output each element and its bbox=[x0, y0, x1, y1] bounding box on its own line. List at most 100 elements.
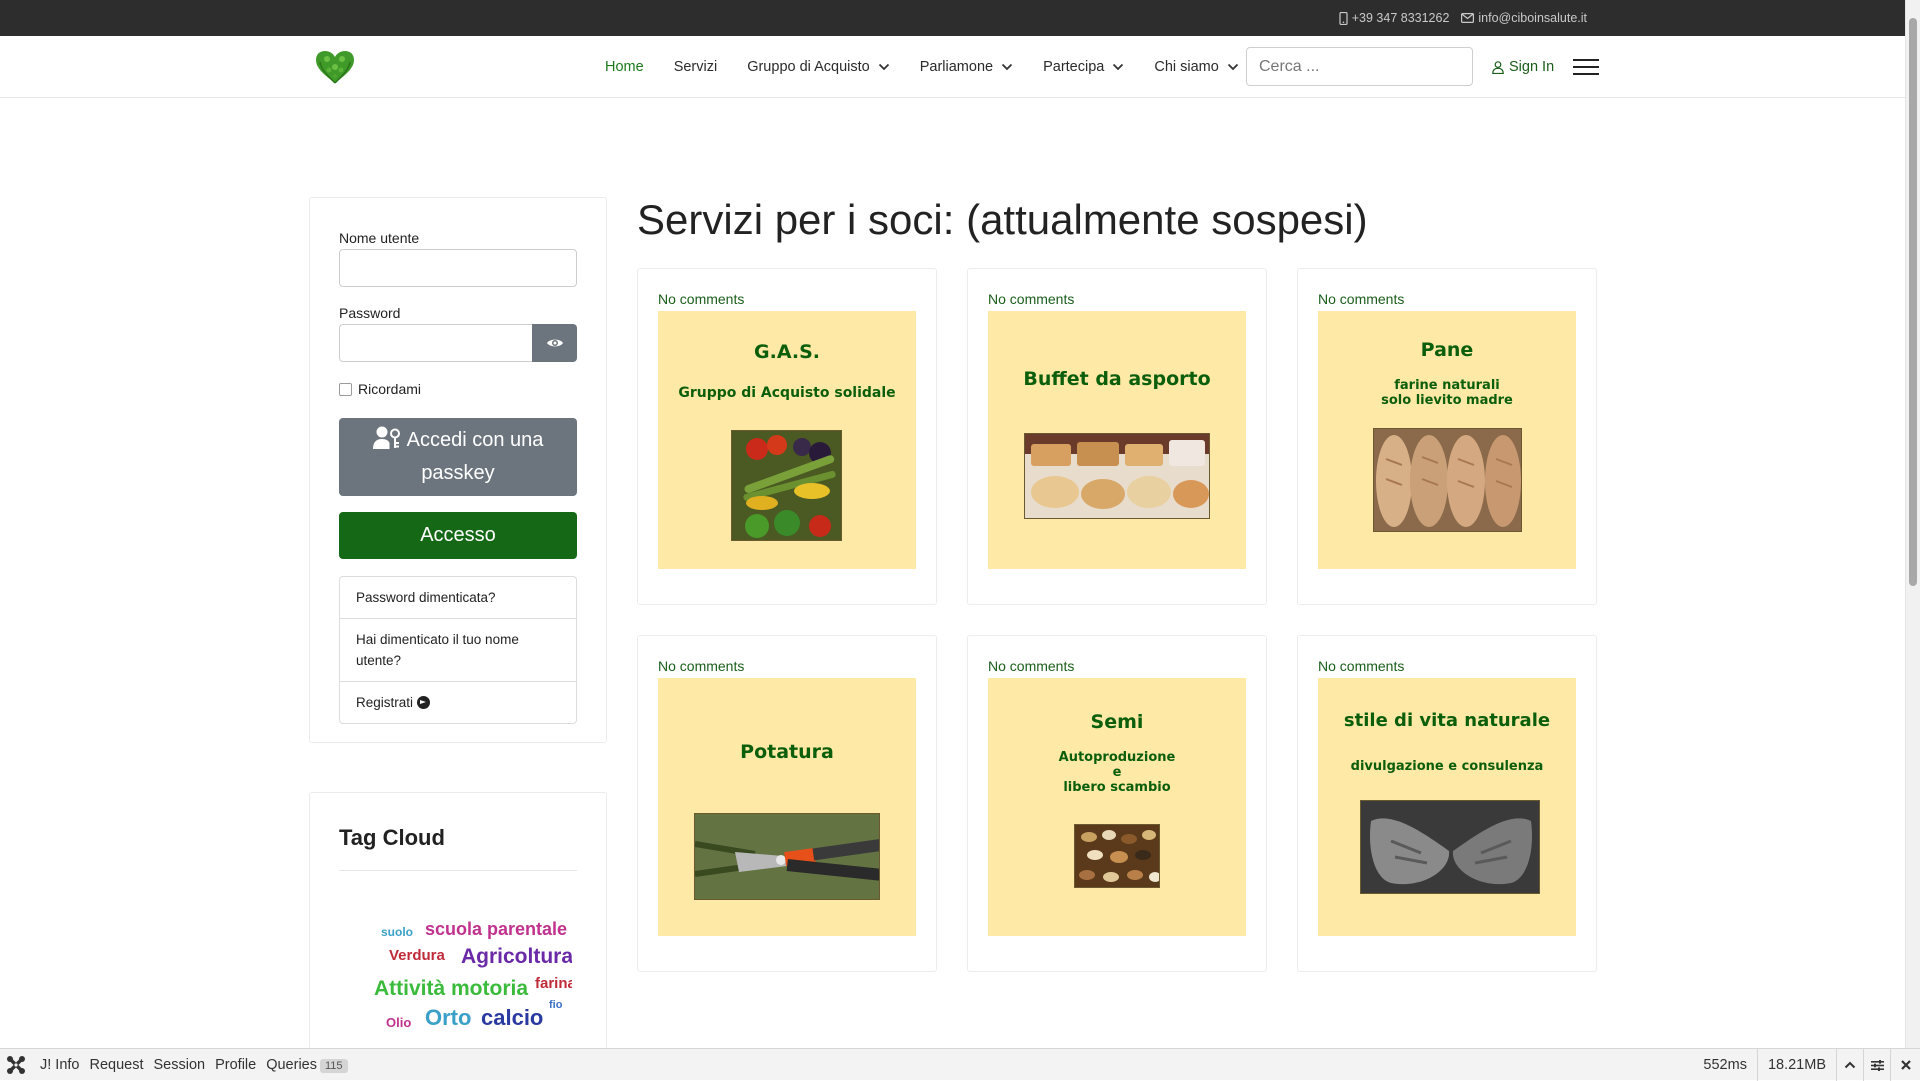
login-submit-label: Accesso bbox=[420, 524, 496, 546]
nav-label: Gruppo di Acquisto bbox=[747, 59, 870, 75]
buffet-illustration bbox=[1025, 434, 1209, 518]
vegetables-illustration bbox=[732, 431, 841, 540]
show-password-button[interactable] bbox=[532, 324, 577, 362]
eye-icon bbox=[546, 339, 563, 347]
debug-bar-controls: 552ms 18.21MB bbox=[1693, 1049, 1920, 1081]
search-input[interactable] bbox=[1246, 47, 1473, 86]
username-input[interactable] bbox=[339, 249, 577, 287]
debug-tab-info[interactable]: J! Info bbox=[35, 1057, 85, 1073]
close-icon bbox=[1900, 1060, 1911, 1070]
forgot-password-link[interactable]: Password dimenticata? bbox=[340, 577, 576, 618]
sign-in-link[interactable]: Sign In bbox=[1492, 36, 1554, 98]
chevron-down-icon bbox=[1113, 63, 1124, 71]
service-image-semi[interactable]: Semi Autoproduzione e libero scambio bbox=[988, 678, 1246, 936]
hamburger-menu-icon[interactable] bbox=[1573, 57, 1599, 77]
debug-tab-session[interactable]: Session bbox=[149, 1057, 211, 1073]
service-image-buffet[interactable]: Buffet da asporto bbox=[988, 311, 1246, 569]
email-link[interactable]: info@ciboinsalute.it bbox=[1461, 11, 1587, 25]
tag-link[interactable]: Agricoltura bbox=[461, 945, 572, 969]
service-card-title: Semi bbox=[1090, 711, 1144, 733]
nav-item-chi-siamo[interactable]: Chi siamo bbox=[1139, 59, 1253, 75]
comments-link[interactable]: No comments bbox=[1318, 291, 1404, 307]
nav-label: Chi siamo bbox=[1154, 59, 1219, 75]
pruning-shears-illustration bbox=[695, 814, 879, 899]
nav-item-partecipa[interactable]: Partecipa bbox=[1028, 59, 1139, 75]
seeds-illustration bbox=[1075, 825, 1159, 887]
register-link[interactable]: Registrati bbox=[340, 681, 576, 723]
debug-bar-close-button[interactable] bbox=[1890, 1049, 1920, 1081]
chevron-up-icon bbox=[1844, 1061, 1856, 1069]
service-card-subtitle: Gruppo di Acquisto solidale bbox=[678, 385, 896, 401]
memory-usage: 18.21MB bbox=[1756, 1049, 1836, 1081]
service-card-stile-di-vita: No comments stile di vita naturale divul… bbox=[1297, 635, 1597, 972]
debug-tab-request[interactable]: Request bbox=[85, 1057, 149, 1073]
nav-label: Home bbox=[605, 59, 644, 75]
service-image-potatura[interactable]: Potatura bbox=[658, 678, 916, 936]
register-label: Registrati bbox=[356, 695, 414, 710]
tag-link[interactable]: scuola parentale bbox=[425, 919, 567, 940]
nav-item-gruppo-di-acquisto[interactable]: Gruppo di Acquisto bbox=[732, 59, 905, 75]
joomla-logo-icon[interactable] bbox=[6, 1055, 26, 1075]
tag-link[interactable]: Olio bbox=[386, 1015, 411, 1030]
nav-item-home[interactable]: Home bbox=[590, 59, 659, 75]
tag-link[interactable]: Attività motoria bbox=[374, 977, 528, 1001]
comments-link[interactable]: No comments bbox=[1318, 658, 1404, 674]
tag-link[interactable]: farina bbox=[535, 975, 572, 992]
user-icon bbox=[1492, 60, 1504, 74]
chevron-down-icon bbox=[878, 63, 889, 71]
login-help-links: Password dimenticata? Hai dimenticato il… bbox=[339, 576, 577, 724]
service-card-potatura: No comments Potatura bbox=[637, 635, 937, 972]
debug-tab-queries[interactable]: Queries 115 bbox=[261, 1057, 352, 1073]
service-image-pane[interactable]: Pane farine naturali solo lievito madre bbox=[1318, 311, 1576, 569]
sign-in-label: Sign In bbox=[1509, 59, 1555, 75]
tag-cloud: suolo scuola parentale Verdura Agricoltu… bbox=[339, 903, 572, 1052]
chevron-down-icon bbox=[1227, 63, 1238, 71]
comments-link[interactable]: No comments bbox=[658, 291, 744, 307]
service-image-gas[interactable]: G.A.S. Gruppo di Acquisto solidale bbox=[658, 311, 916, 569]
login-submit-button[interactable]: Accesso bbox=[339, 512, 577, 559]
pruning-shears-photo bbox=[694, 813, 880, 900]
remember-me[interactable]: Ricordami bbox=[339, 381, 421, 397]
comments-link[interactable]: No comments bbox=[988, 291, 1074, 307]
request-time: 552ms bbox=[1703, 1057, 1747, 1073]
comments-link[interactable]: No comments bbox=[658, 658, 744, 674]
debug-tab-profile[interactable]: Profile bbox=[210, 1057, 261, 1073]
tag-link[interactable]: Orto bbox=[425, 1005, 471, 1031]
nav-item-parliamone[interactable]: Parliamone bbox=[905, 59, 1028, 75]
phone-link[interactable]: +39 347 8331262 bbox=[1339, 11, 1449, 25]
seeds-photo bbox=[1074, 824, 1160, 888]
top-bar: +39 347 8331262 info@ciboinsalute.it bbox=[0, 0, 1905, 36]
service-image-stile-di-vita[interactable]: stile di vita naturale divulgazione e co… bbox=[1318, 678, 1576, 936]
nav-item-servizi[interactable]: Servizi bbox=[659, 59, 733, 75]
passkey-login-button[interactable]: Accedi con una passkey bbox=[339, 418, 577, 496]
service-card-subtitle: divulgazione e consulenza bbox=[1350, 759, 1544, 774]
password-input[interactable] bbox=[339, 324, 533, 362]
tag-cloud-title: Tag Cloud bbox=[339, 825, 445, 850]
user-key-icon bbox=[372, 426, 400, 449]
bread-photo bbox=[1373, 428, 1522, 532]
page-title: Servizi per i soci: (attualmente sospesi… bbox=[637, 196, 1368, 243]
service-card-semi: No comments Semi Autoproduzione e libero… bbox=[967, 635, 1267, 972]
remember-me-checkbox[interactable] bbox=[339, 382, 352, 396]
debug-bar-restore-button[interactable] bbox=[1863, 1049, 1890, 1081]
comments-link[interactable]: No comments bbox=[988, 658, 1074, 674]
sliders-icon bbox=[1870, 1059, 1884, 1071]
nav-label: Servizi bbox=[673, 59, 718, 75]
service-card-title: Pane bbox=[1420, 339, 1474, 361]
tag-link[interactable]: calcio bbox=[481, 1005, 543, 1031]
tag-link[interactable]: Verdura bbox=[389, 947, 445, 964]
tag-link[interactable]: fio bbox=[549, 999, 562, 1011]
tag-link[interactable]: suolo bbox=[381, 925, 413, 939]
tag-cloud-divider bbox=[339, 870, 577, 871]
passkey-login-label: Accedi con una passkey bbox=[406, 429, 544, 484]
contact-info: +39 347 8331262 info@ciboinsalute.it bbox=[1339, 0, 1587, 36]
main-nav: Home Servizi Gruppo di Acquisto Parliamo… bbox=[590, 36, 1254, 98]
heart-logo[interactable] bbox=[314, 50, 356, 84]
forgot-username-link[interactable]: Hai dimenticato il tuo nome utente? bbox=[340, 618, 576, 681]
scrollbar-thumb[interactable] bbox=[1909, 18, 1917, 586]
page-scrollbar[interactable] bbox=[1905, 0, 1920, 1048]
forgot-password-label: Password dimenticata? bbox=[356, 590, 496, 605]
service-card-title: stile di vita naturale bbox=[1343, 710, 1551, 731]
joomla-debug-bar: J! Info Request Session Profile Queries 1… bbox=[0, 1048, 1920, 1081]
debug-bar-maximize-button[interactable] bbox=[1836, 1049, 1863, 1081]
